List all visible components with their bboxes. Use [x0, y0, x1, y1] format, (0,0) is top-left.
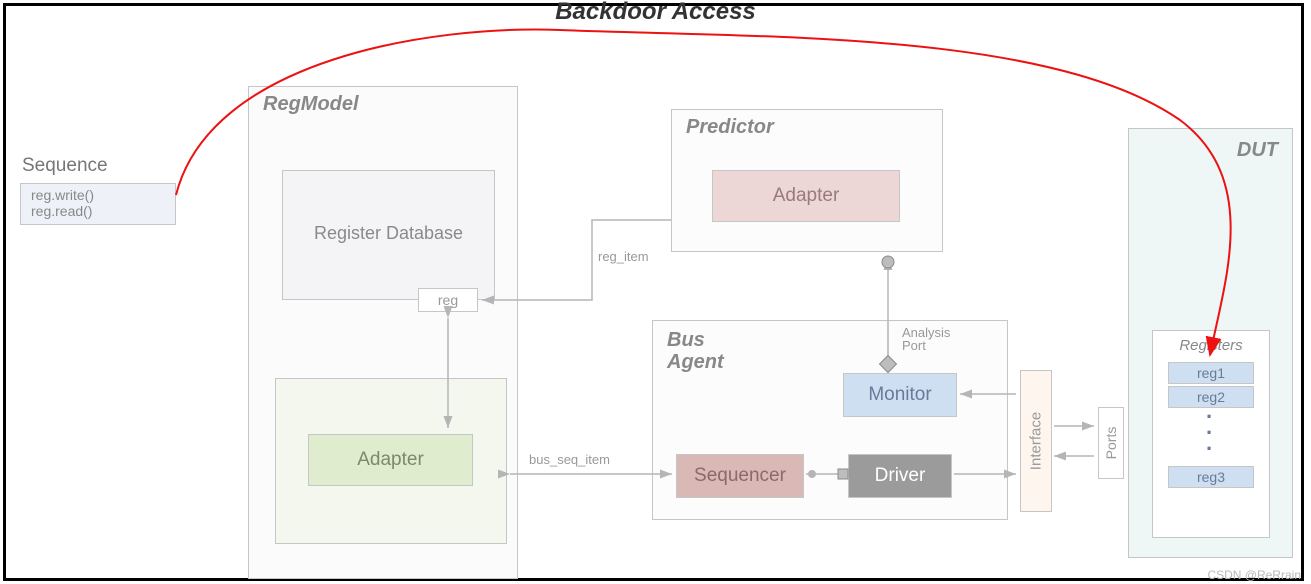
register-database-box: Register Database: [282, 170, 495, 300]
watermark: CSDN @ReRrain: [1207, 568, 1301, 582]
dut-reg1: reg1: [1168, 362, 1254, 384]
sequence-line2: reg.read(): [31, 203, 92, 219]
ports-label: Ports: [1103, 427, 1119, 460]
monitor-box: Monitor: [843, 373, 957, 417]
register-database-label: Register Database: [283, 223, 494, 244]
regmodel-adapter: Adapter: [308, 434, 473, 486]
reg-item-label: reg_item: [598, 249, 649, 264]
sequence-box: reg.write() reg.read(): [20, 183, 176, 225]
dut-reg3: reg3: [1168, 466, 1254, 488]
sequence-title: Sequence: [22, 155, 108, 177]
predictor-title: Predictor: [686, 116, 774, 139]
predictor-adapter: Adapter: [712, 170, 900, 222]
dut-title: DUT: [1237, 139, 1278, 162]
driver-box: Driver: [848, 454, 952, 498]
interface-box: Interface: [1020, 370, 1052, 512]
ellipsis-dot3: ·: [1206, 446, 1213, 452]
sequencer-box: Sequencer: [676, 454, 804, 498]
analysis-port-label: Analysis Port: [902, 326, 972, 352]
reg-port: reg: [418, 288, 478, 312]
bus-seq-item-label: bus_seq_item: [529, 452, 610, 467]
registers-title: Registers: [1153, 337, 1269, 354]
bus-agent-title2: Agent: [667, 351, 724, 374]
bus-agent-title1: Bus: [667, 329, 705, 352]
sequence-line1: reg.write(): [31, 187, 94, 203]
ports-box: Ports: [1098, 407, 1124, 479]
regmodel-title: RegModel: [263, 93, 359, 116]
diagram-title: Backdoor Access: [0, 0, 1311, 26]
interface-label: Interface: [1028, 412, 1045, 470]
